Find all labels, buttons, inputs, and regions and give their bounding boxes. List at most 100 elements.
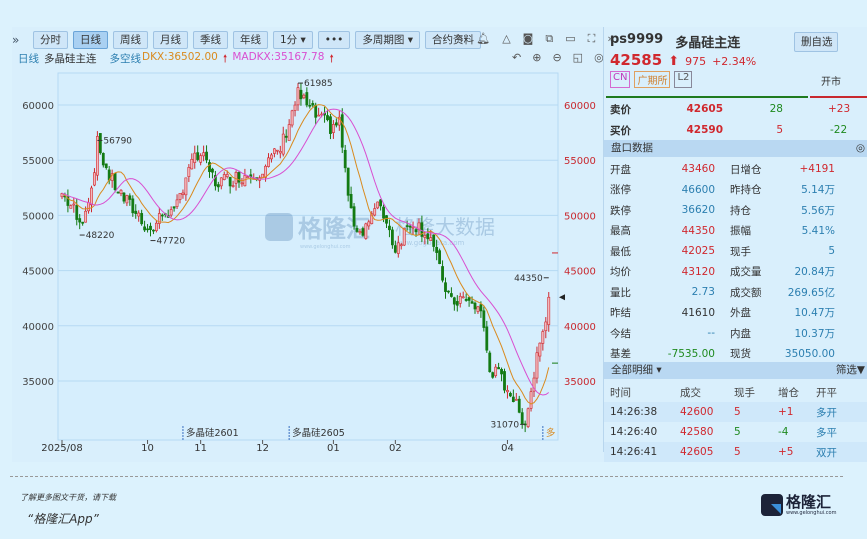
logo-text: 格隆汇 [786,493,832,511]
candle-body [137,212,141,217]
candle-body [275,149,279,152]
contract-label: 多晶硅2605 [292,427,345,439]
candle-body [393,245,397,253]
bid-ask-bar-sell [606,96,808,98]
field-value: 5 [828,245,835,257]
candle-body [352,206,356,227]
contract-label: 多晶硅2601 [186,427,239,439]
remove-watchlist-button[interactable]: 删自选 [794,32,838,52]
field-label: 日增仓 [730,163,762,176]
candle-body [184,177,188,196]
pankou-row: 开盘 43460 日增仓 +4191 [610,159,867,179]
field-value: 5.14万 [801,184,835,196]
candle-body [367,221,371,227]
candle-body [219,177,223,187]
candle-body [308,104,312,107]
field-label: 成交量 [730,266,762,278]
price-annotation: 31070 [491,420,520,430]
candle-body [447,290,450,293]
field-label: 振幅 [730,225,751,237]
pankou-title: 盘口数据 [611,142,653,154]
trade-cell: 多开 [816,406,837,419]
field-value: 5.56万 [801,204,835,217]
field-label: 昨持仓 [730,184,762,196]
trade-row[interactable]: 14:26:41 42605 5 +5 双开 [604,442,867,462]
candle-body [246,176,250,178]
bid-volume: 5 [776,124,783,136]
candle-body [464,298,468,301]
bid-label: 买价 [610,124,631,137]
candle-body [299,89,303,100]
settings-icon[interactable]: ◎ [856,140,865,157]
candle-body [517,398,521,413]
candle-body [467,297,471,301]
trade-cell: 42600 [680,406,714,418]
candle-body [491,372,495,378]
field-label: 量比 [610,286,631,299]
candle-body [267,157,270,167]
quote-name: 多晶硅主连 [675,36,741,51]
candle-body [122,192,126,202]
trade-cell: 5 [734,406,741,418]
candle-body [199,155,203,163]
candle-body [405,225,409,227]
watermark-logo-icon [265,213,293,241]
candle-body [385,215,388,224]
candle-body [131,198,135,214]
candle-body [187,167,191,177]
candle-body [426,233,430,240]
trade-cell: +1 [778,406,794,418]
candle-body [72,203,76,206]
trade-cell: 5 [734,426,741,438]
candle-body [93,172,96,186]
candle-body [143,226,147,231]
candle-body [205,151,208,161]
y-tick-label-right: 55000 [564,156,596,167]
pankou-row: 基差 -7535.00 现货 35050.00 [610,344,867,364]
field-value: 20.84万 [794,266,835,278]
field-value: 35050.00 [784,347,835,360]
trade-row[interactable]: 14:26:38 42600 5 +1 多开 [604,402,867,422]
candle-body [317,114,321,117]
ask-label: 卖价 [610,103,631,116]
filter-button[interactable]: 筛选▼ [836,362,865,379]
logo-icon [761,494,783,516]
candle-body [84,210,88,223]
candle-body [449,293,453,297]
pankou-row: 涨停 46600 昨持仓 5.14万 [610,180,867,200]
watermark-site: www.gelonghui.com [300,244,351,250]
plot-area [57,72,559,441]
field-value: 41610 [681,306,715,319]
candle-body [290,110,294,126]
candle-body [284,135,288,138]
field-value: 5.41% [801,224,835,237]
trade-cell: 14:26:38 [610,406,658,418]
quote-code: ps9999 [610,32,664,47]
trade-row[interactable]: 14:26:40 42580 5 -4 多平 [604,422,867,442]
candle-body [240,182,244,185]
candle-body [408,225,412,228]
price-annotation: 56790 [103,136,132,146]
candle-body [390,229,394,246]
candle-body [506,390,509,393]
pankou-row: 跌停 36620 持仓 5.56万 [610,200,867,220]
ask-row: 卖价 42605 28 +23 [610,99,867,119]
kline-chart[interactable]: 35000 35000 40000 40000 45000 45000 50000 50000… [0,0,600,470]
column-header: 时间 [610,386,631,399]
candle-body [149,225,152,230]
candle-body [264,165,267,178]
detail-dropdown[interactable]: 全部明细 ▾ [611,364,662,376]
candle-body [272,148,276,154]
candle-body [441,266,444,281]
candle-body [529,391,533,409]
y-tick-label-left: 50000 [22,211,54,222]
candle-body [544,321,548,332]
footer-line2: “格隆汇App” [27,512,99,526]
candle-body [234,172,238,184]
candle-body [373,208,377,216]
candle-body [476,306,480,312]
candle-body [222,174,226,180]
field-value: 269.65亿 [787,286,835,299]
x-tick-label: 2025/08 [41,443,83,454]
candle-body [438,250,442,265]
